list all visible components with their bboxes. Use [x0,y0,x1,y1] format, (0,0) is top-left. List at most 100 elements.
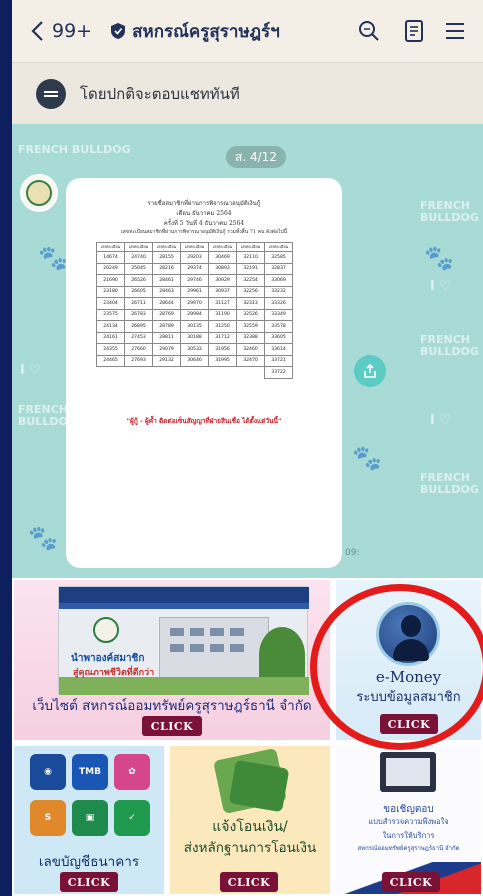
table-cell: 33614 [264,343,293,356]
rich-menu: นำพาองค์สมาชิก สู่คุณภาพชีวิตที่ดีกว่า เ… [12,578,483,896]
line-chat-screen: 99+ สหกรณ์ครูสุราษฎร์ฯ โดยปกติจะตอบแชททั… [12,0,483,896]
survey-menu-tile[interactable]: ขอเชิญตอบ แบบสำรวจความพึงพอใจ ในการให้บร… [334,744,483,896]
emoney-title: e-Money [375,668,442,686]
table-cell: 27660 [124,343,153,356]
table-cell: 32254 [236,274,265,287]
survey-line-1: ขอเชิญตอบ [383,804,434,815]
avatar[interactable] [20,174,58,212]
website-slogan-2: สู่คุณภาพชีวิตที่ดีกว่า [73,668,155,678]
table-row: 23575 26783 28769 29984 31190 32526 33349 [96,308,293,321]
website-slogan-1: นำพาองค์สมาชิก [71,653,145,664]
table-cell: 29746 [180,274,209,287]
pattern-text: FRENCH BULLDOG [420,199,479,224]
share-button[interactable] [354,355,386,387]
share-icon [364,363,376,378]
pattern-text: FRENCH BULLDOG [420,471,479,496]
table-cell: 23404 [96,297,125,310]
device-frame: 99+ สหกรณ์ครูสุราษฎร์ฯ โดยปกติจะตอบแชททั… [0,0,483,896]
pattern-text: FRENCH BULLDOG [18,403,77,428]
table-cell: 28644 [152,297,181,310]
table-cell: 25045 [124,262,153,275]
bank-caption: เลขบัญชีธนาคาร [38,854,140,870]
table-cell: 31127 [208,297,237,310]
table-row: 23404 26711 28644 29970 31127 32313 33326 [96,297,293,310]
table-cell: 29132 [152,354,181,367]
table-cell: 28811 [152,331,181,344]
table-cell: 28216 [152,262,181,275]
table-cell: 30929 [208,274,237,287]
table-cell: 26526 [124,274,153,287]
document-summary: เลขทะเบียนสมาชิกที่ผ่านการพิจารณาอนุมัติ… [120,229,288,235]
table-cell: 32313 [236,297,265,310]
table-cell: 32585 [264,251,293,264]
table-cell: 24740 [124,251,153,264]
table-cell: 30533 [180,343,209,356]
registration-table: เลขทะเบียน เลขทะเบียน เลขทะเบียน เลขทะเบียน… [96,242,293,379]
emoney-subtitle: ระบบข้อมูลสมาชิก [356,690,461,705]
survey-line-4: สหกรณ์ออมทรัพย์ครูสุราษฎร์ธานี จำกัด [357,845,460,852]
table-cell: 29203 [180,251,209,264]
table-row: 23180 26605 28463 29961 30937 32256 33232 [96,285,293,298]
table-cell: 28155 [152,251,181,264]
emoney-click-button[interactable]: CLICK [380,714,438,734]
table-cell [125,367,153,379]
transfer-click-button[interactable]: CLICK [220,872,278,892]
table-cell: 14674 [96,251,125,264]
table-cell: 26895 [124,320,153,333]
table-cell: 33069 [264,274,293,287]
table-cell: 32388 [236,331,265,344]
table-cell: 32837 [264,262,293,275]
notes-icon[interactable] [401,18,427,44]
table-cell: 24355 [96,343,125,356]
table-cell: 27453 [124,331,153,344]
table-cell: 28463 [152,285,181,298]
table-cell: 21690 [96,274,125,287]
table-cell: 32470 [236,354,265,367]
bank-click-button[interactable]: CLICK [60,872,118,892]
paw-pattern-icon: 🐾 [424,244,454,272]
bank-logo-icon: ▣ [72,800,108,836]
table-cell: 26711 [124,297,153,310]
table-cell: 33326 [264,297,293,310]
table-cell [237,367,265,379]
table-cell: 31712 [208,331,237,344]
table-cell: 31190 [208,308,237,321]
unread-count[interactable]: 99+ [52,20,92,42]
emoney-menu-tile[interactable]: e-Money ระบบข้อมูลสมาชิก CLICK [334,578,483,742]
bank-logo-icon: ◉ [30,754,66,790]
table-cell: 24161 [96,331,125,344]
table-cell: 32256 [236,285,265,298]
table-header-cell: เลขทะเบียน [208,242,237,252]
pattern-text: FRENCH BULLDOG [420,333,479,358]
document-title: รายชื่อสมาชิกที่ผ่านการพิจารณาอนุมัติเงิ… [147,200,261,207]
paw-pattern-icon: 🐾 [352,444,382,472]
document-round: ครั้งที่ 5 วันที่ 4 ธันวาคม 2564 [163,220,245,227]
table-header-cell: เลขทะเบียน [124,242,153,252]
search-icon[interactable] [356,18,382,44]
paw-pattern-icon: 🐾 [28,524,58,552]
table-cell: 23180 [96,285,125,298]
website-click-button[interactable]: CLICK [142,716,202,736]
table-header-cell: เลขทะเบียน [264,242,293,252]
table-cell: 33578 [264,320,293,333]
document-image-message[interactable]: รายชื่อสมาชิกที่ผ่านการพิจารณาอนุมัติเงิ… [66,178,342,568]
bank-account-menu-tile[interactable]: ◉ TMB ✿ S ▣ ✓ เลขบัญชีธนาคาร CLICK [12,744,166,896]
table-cell: 20249 [96,262,125,275]
survey-click-button[interactable]: CLICK [382,872,440,892]
paw-pattern-icon: 🐾 [38,244,68,272]
chat-title[interactable]: สหกรณ์ครูสุราษฎร์ฯ [132,18,280,45]
table-cell [153,367,181,379]
transfer-menu-tile[interactable]: แจ้งโอนเงิน/ ส่งหลักฐานการโอนเงิน CLICK [168,744,332,896]
menu-icon[interactable] [442,18,468,44]
table-cell: 30188 [180,331,209,344]
chat-area[interactable]: 🐾 🐾 🐾 🐾 FRENCH BULLDOG FRENCH BULLDOG FR… [12,124,483,578]
website-menu-tile[interactable]: นำพาองค์สมาชิก สู่คุณภาพชีวิตที่ดีกว่า เ… [12,578,332,742]
table-cell: 33605 [264,331,293,344]
table-cell: 29961 [180,285,209,298]
table-cell: 23575 [96,308,125,321]
website-screenshot: นำพาองค์สมาชิก สู่คุณภาพชีวิตที่ดีกว่า [58,586,309,695]
back-button[interactable] [24,11,50,51]
table-row: 24134 26895 28789 30135 31250 32559 33578 [96,320,293,333]
table-cell [97,367,125,379]
pattern-love: I ♡ [430,413,452,428]
